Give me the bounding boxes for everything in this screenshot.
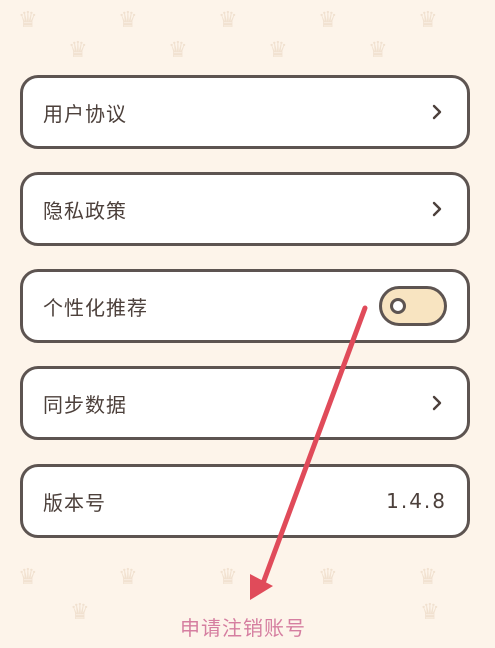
pattern-shape: ♛ <box>420 600 440 625</box>
pattern-shape: ♛ <box>168 38 188 63</box>
pattern-shape: ♛ <box>218 565 238 590</box>
version-value: 1.4.8 <box>386 489 447 513</box>
user-agreement-item[interactable]: 用户协议 <box>20 75 470 149</box>
pattern-shape: ♛ <box>318 565 338 590</box>
pattern-shape: ♛ <box>218 8 238 33</box>
pattern-shape: ♛ <box>68 38 88 63</box>
pattern-shape: ♛ <box>18 565 38 590</box>
chevron-right-icon <box>427 393 447 413</box>
pattern-shape: ♛ <box>70 600 90 625</box>
version-label: 版本号 <box>43 490 106 515</box>
sync-data-item[interactable]: 同步数据 <box>20 366 470 440</box>
toggle-knob <box>390 298 406 314</box>
pattern-shape: ♛ <box>418 8 438 33</box>
pattern-shape: ♛ <box>368 38 388 63</box>
user-agreement-label: 用户协议 <box>43 101 127 126</box>
cancel-account-link[interactable]: 申请注销账号 <box>180 612 306 641</box>
pattern-shape: ♛ <box>18 8 38 33</box>
chevron-right-icon <box>427 102 447 122</box>
sync-data-label: 同步数据 <box>43 392 127 417</box>
chevron-right-icon <box>427 199 447 219</box>
personalized-recommendation-item: 个性化推荐 <box>20 269 470 343</box>
privacy-policy-item[interactable]: 隐私政策 <box>20 172 470 246</box>
pattern-shape: ♛ <box>418 565 438 590</box>
personalized-recommendation-toggle[interactable] <box>379 286 447 326</box>
personalized-recommendation-label: 个性化推荐 <box>43 295 148 320</box>
pattern-shape: ♛ <box>118 565 138 590</box>
privacy-policy-label: 隐私政策 <box>43 198 127 223</box>
pattern-shape: ♛ <box>318 8 338 33</box>
pattern-shape: ♛ <box>268 38 288 63</box>
version-item: 版本号 1.4.8 <box>20 464 470 538</box>
pattern-shape: ♛ <box>118 8 138 33</box>
